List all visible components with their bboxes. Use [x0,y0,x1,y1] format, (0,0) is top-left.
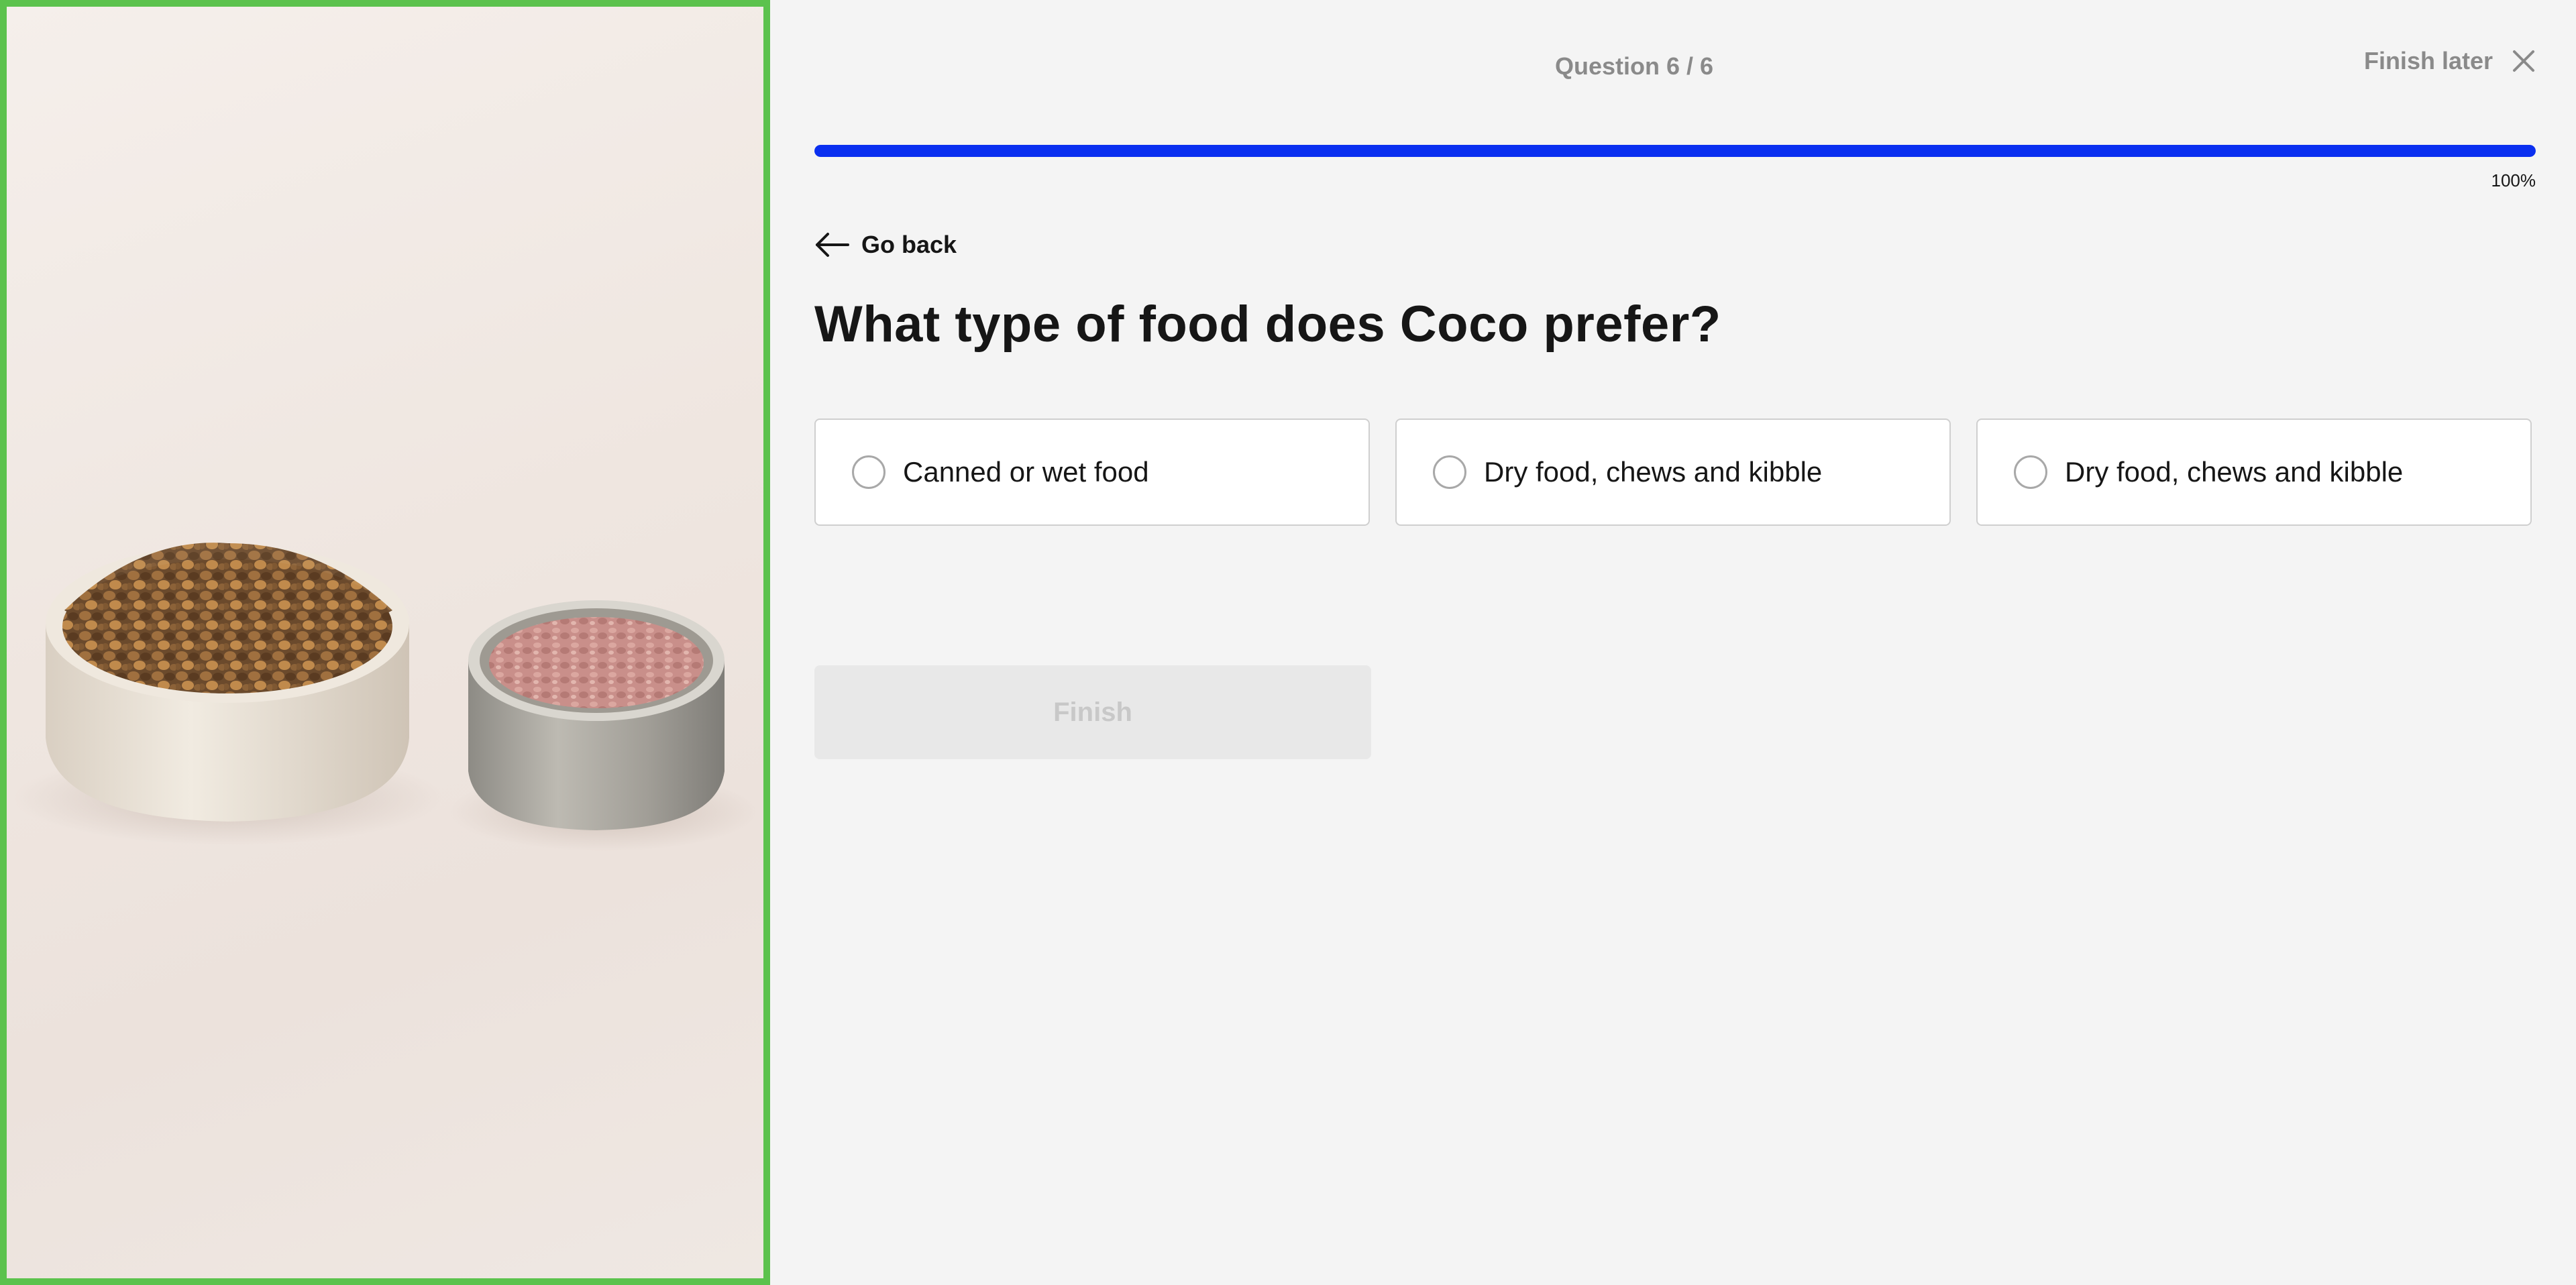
quiz-panel: Question 6 / 6 Finish later 100% Go back… [770,0,2576,1285]
progress-bar [814,145,2536,157]
progress-percent: 100% [2491,170,2536,190]
answer-option-label: Dry food, chews and kibble [2065,456,2404,488]
go-back-label: Go back [861,231,957,258]
radio-button[interactable] [852,455,885,489]
finish-later-label: Finish later [2363,47,2493,74]
quiz-page: Question 6 / 6 Finish later 100% Go back… [0,0,2576,1285]
arrow-left-icon [816,233,849,257]
progress-bar-fill [814,145,2536,157]
answer-option[interactable]: Canned or wet food [814,418,1370,526]
finish-later-button[interactable]: Finish later [2364,47,2537,75]
answer-option-label: Dry food, chews and kibble [1484,456,1823,488]
pet-food-image [0,0,770,1285]
answer-option[interactable]: Dry food, chews and kibble [1976,418,2532,526]
radio-button[interactable] [2014,455,2047,489]
question-counter: Question 6 / 6 [1554,52,1714,80]
pet-food-illustration [13,543,758,852]
close-icon[interactable] [2510,48,2537,74]
go-back-button[interactable]: Go back [814,231,957,259]
answer-option-label: Canned or wet food [903,456,1149,488]
radio-button[interactable] [1433,455,1466,489]
answer-options: Canned or wet food Dry food, chews and k… [814,418,2532,526]
answer-option[interactable]: Dry food, chews and kibble [1395,418,1951,526]
finish-button[interactable]: Finish [814,665,1371,759]
question-title: What type of food does Coco prefer? [814,296,1721,353]
